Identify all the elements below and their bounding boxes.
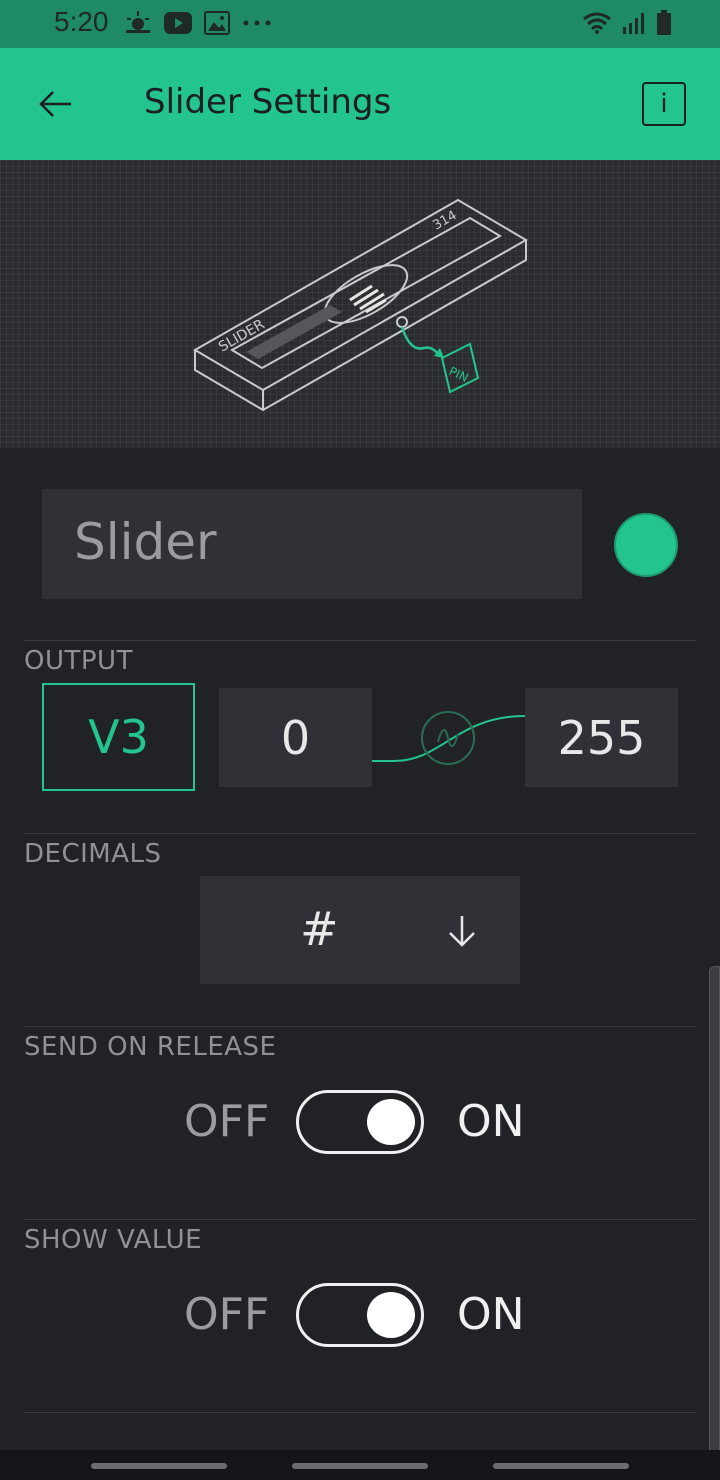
nav-home-button[interactable]	[292, 1463, 428, 1469]
send-on-release-toggle[interactable]	[296, 1090, 424, 1154]
widget-name-text: Slider	[74, 513, 217, 571]
color-picker-button[interactable]	[614, 513, 678, 577]
status-icons-left	[124, 10, 272, 36]
app-bar: Slider Settings i	[0, 48, 720, 160]
slider-widget-illustration: SLIDER 314 PIN	[193, 198, 528, 412]
mapping-curve-icon	[372, 711, 526, 765]
toggle-knob	[367, 1292, 415, 1338]
divider	[24, 640, 696, 641]
arrow-left-icon	[39, 91, 71, 117]
widget-name-field[interactable]: Slider	[42, 489, 582, 599]
status-bar: 5:20	[0, 0, 720, 48]
output-min-field[interactable]: 0	[219, 688, 372, 787]
page-title: Slider Settings	[144, 82, 392, 122]
nav-recents-button[interactable]	[91, 1463, 227, 1469]
output-min-value: 0	[280, 710, 311, 765]
divider	[24, 1219, 696, 1220]
show-value-off-label: OFF	[184, 1289, 270, 1340]
show-value-row: OFF ON	[0, 1283, 720, 1353]
output-max-field[interactable]: 255	[525, 688, 678, 787]
output-max-value: 255	[557, 710, 646, 765]
show-value-toggle[interactable]	[296, 1283, 424, 1347]
toggle-knob	[367, 1099, 415, 1145]
more-dots-icon	[243, 20, 271, 26]
pin-value: V3	[88, 710, 149, 764]
decimals-value: #	[300, 902, 339, 956]
signal-icon	[623, 13, 644, 34]
decimals-label: DECIMALS	[24, 839, 162, 869]
widget-illustration: SLIDER 314 PIN	[0, 160, 720, 448]
illustration-pin-label: PIN	[447, 364, 471, 385]
show-value-label: SHOW VALUE	[24, 1225, 203, 1255]
youtube-icon	[164, 12, 192, 34]
decimals-dropdown[interactable]: #	[200, 876, 520, 984]
send-on-release-off-label: OFF	[184, 1096, 270, 1147]
back-button[interactable]	[30, 78, 82, 130]
nav-back-button[interactable]	[493, 1463, 629, 1469]
info-button[interactable]: i	[642, 82, 686, 126]
system-nav-bar	[0, 1450, 720, 1480]
send-on-release-on-label: ON	[457, 1096, 525, 1147]
divider	[24, 833, 696, 834]
send-on-release-label: SEND ON RELEASE	[24, 1032, 277, 1062]
battery-icon	[657, 10, 671, 35]
weather-icon	[126, 11, 150, 33]
show-value-on-label: ON	[457, 1289, 525, 1340]
arrow-down-icon	[449, 916, 475, 947]
info-icon: i	[660, 89, 668, 119]
gallery-icon	[204, 11, 230, 35]
status-icons-right	[582, 10, 672, 36]
scrollbar[interactable]	[709, 966, 720, 1480]
send-on-release-row: OFF ON	[0, 1090, 720, 1160]
divider	[24, 1026, 696, 1027]
wifi-icon	[583, 12, 611, 34]
pin-select-button[interactable]: V3	[42, 683, 195, 791]
divider	[24, 1412, 696, 1413]
status-time: 5:20	[54, 6, 109, 37]
illustration-value-label: 314	[431, 208, 460, 233]
output-label: OUTPUT	[24, 646, 133, 676]
